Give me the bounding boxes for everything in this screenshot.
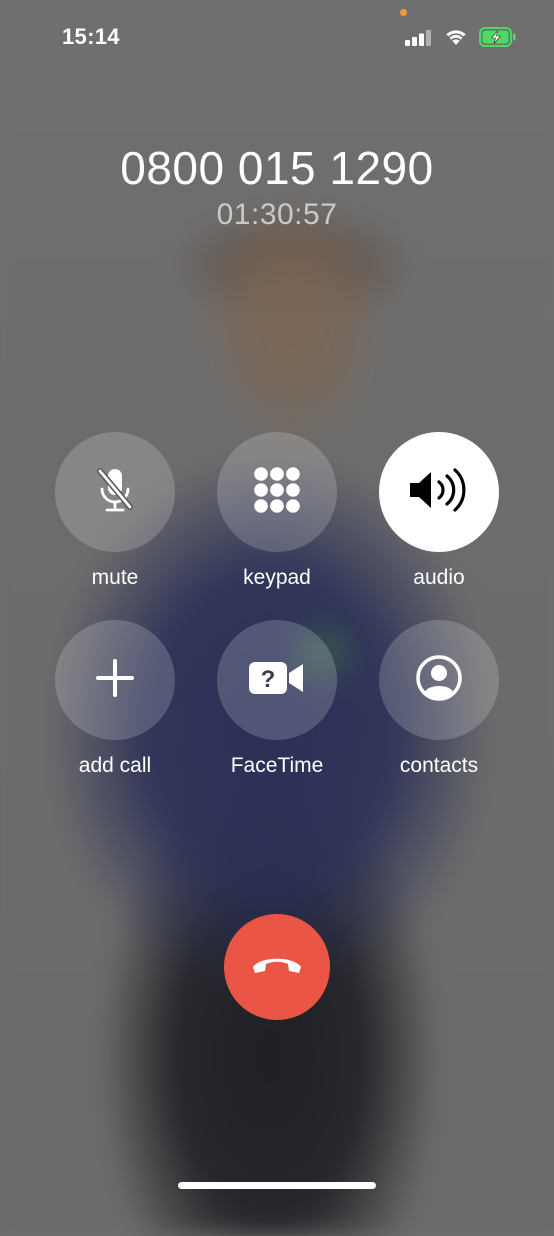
contacts-label: contacts	[399, 754, 479, 777]
facetime-video-question-icon: ?	[247, 660, 307, 701]
svg-text:?: ?	[261, 666, 276, 693]
call-duration: 01:30:57	[216, 198, 338, 231]
mute-label: mute	[91, 566, 139, 589]
add-call-button[interactable]	[55, 620, 175, 740]
contacts-button[interactable]	[379, 620, 499, 740]
microphone-muted-icon	[92, 465, 138, 520]
keypad-control[interactable]: keypad	[217, 432, 337, 590]
wifi-icon	[444, 27, 468, 51]
mute-button[interactable]	[55, 432, 175, 552]
keypad-button[interactable]	[217, 432, 337, 552]
add-call-control[interactable]: add call	[55, 620, 175, 778]
status-time: 15:14	[62, 24, 120, 49]
status-bar: 15:14	[0, 0, 554, 70]
person-circle-icon	[415, 654, 463, 707]
contacts-control[interactable]: contacts	[379, 620, 499, 778]
home-indicator[interactable]	[178, 1182, 376, 1189]
audio-control[interactable]: audio	[379, 432, 499, 590]
mute-control[interactable]: mute	[55, 432, 175, 590]
end-call-button[interactable]	[224, 914, 330, 1020]
facetime-control[interactable]: ? FaceTime	[217, 620, 337, 778]
facetime-button[interactable]: ?	[217, 620, 337, 740]
caller-phone-number: 0800 015 1290	[120, 142, 434, 194]
cellular-signal-icon	[405, 30, 433, 51]
plus-icon	[95, 658, 135, 703]
audio-label: audio	[413, 566, 465, 589]
facetime-label: FaceTime	[230, 754, 324, 777]
keypad-label: keypad	[243, 566, 311, 589]
add-call-label: add call	[78, 754, 152, 777]
microphone-in-use-dot	[400, 9, 407, 16]
keypad-grid-icon	[252, 465, 302, 520]
audio-button[interactable]	[379, 432, 499, 552]
speaker-icon	[408, 467, 470, 517]
end-call-phone-icon	[250, 954, 304, 981]
battery-charging-icon	[479, 27, 517, 52]
